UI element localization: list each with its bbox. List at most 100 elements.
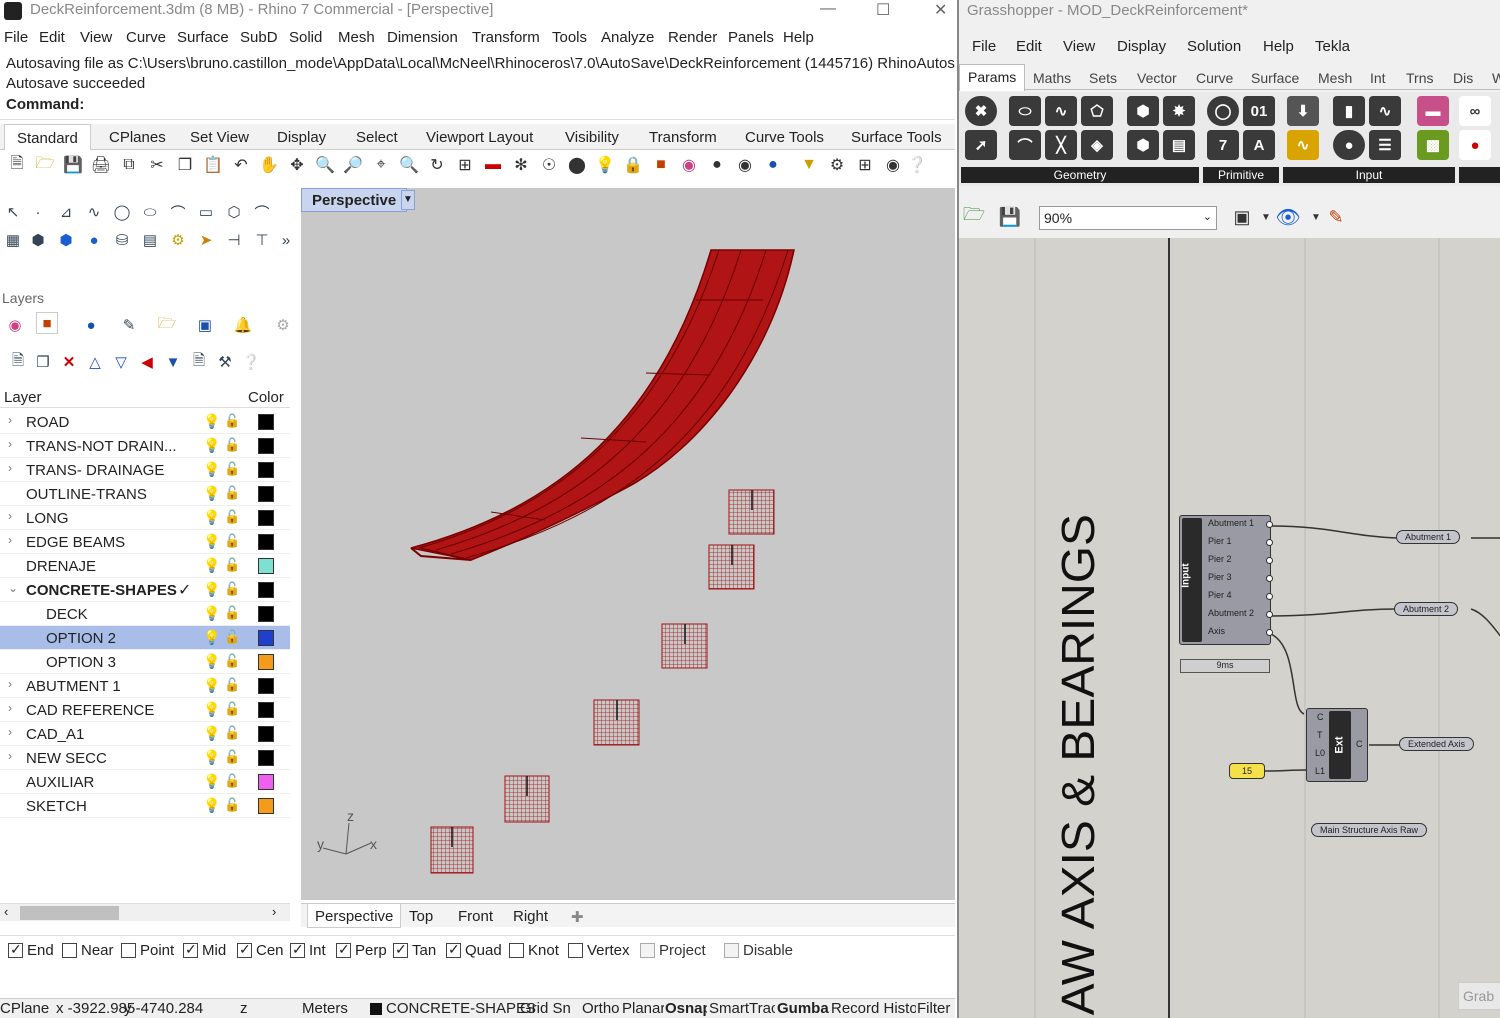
- gh-input-output-port[interactable]: Pier 3: [1208, 572, 1232, 582]
- lock-icon[interactable]: 🔓: [224, 725, 240, 741]
- gh-group-extra[interactable]: [1459, 167, 1500, 183]
- layer-name[interactable]: CAD_A1: [26, 726, 84, 743]
- minimize-icon[interactable]: —: [820, 0, 836, 18]
- command-prompt[interactable]: Command:: [6, 96, 84, 113]
- layers-tab-icon[interactable]: ■: [36, 312, 58, 334]
- undo-icon[interactable]: ↶: [230, 154, 252, 176]
- gh-tab-surface[interactable]: Surface: [1251, 70, 1299, 86]
- gh-zoom-extents-icon[interactable]: ▣: [1231, 206, 1253, 228]
- layer-name[interactable]: ROAD: [26, 414, 69, 431]
- curve-icon[interactable]: ∿: [83, 201, 105, 223]
- add-view-tab-icon[interactable]: ✚: [571, 908, 584, 926]
- gh-tab-vector[interactable]: Vector: [1137, 70, 1177, 86]
- select-arrow-icon[interactable]: ↖: [2, 201, 24, 223]
- status-smarttrack[interactable]: SmartTrack: [709, 1000, 775, 1017]
- move-parent-icon[interactable]: ◀: [136, 351, 158, 373]
- osnap-mid[interactable]: Mid: [183, 941, 226, 959]
- layer-name[interactable]: EDGE BEAMS: [26, 534, 125, 551]
- gh-port-grip[interactable]: [1266, 575, 1273, 582]
- lock-icon[interactable]: 🔓: [224, 797, 240, 813]
- gh-input-output-port[interactable]: Axis: [1208, 626, 1225, 636]
- gh-param-box-icon[interactable]: ⬢: [1127, 130, 1159, 160]
- layer-row[interactable]: OPTION 3 💡 🔓: [0, 650, 290, 674]
- select-points-icon[interactable]: ⬤: [566, 154, 588, 176]
- tab-surface-tools[interactable]: Surface Tools: [851, 129, 942, 146]
- layer-name[interactable]: ABUTMENT 1: [26, 678, 121, 695]
- rotate-view-icon[interactable]: ✥: [286, 154, 308, 176]
- gh-param-surface-icon[interactable]: ⬠: [1081, 96, 1113, 126]
- status-planar[interactable]: Planar: [622, 1000, 664, 1017]
- layer-name[interactable]: NEW SECC: [26, 750, 107, 767]
- gh-menu-tekla[interactable]: Tekla: [1315, 38, 1350, 55]
- light-bulb-icon[interactable]: 💡: [203, 701, 220, 718]
- layer-name[interactable]: CONCRETE-SHAPES: [26, 582, 177, 599]
- view-tab-right[interactable]: Right: [513, 908, 548, 925]
- gh-sketch-icon[interactable]: ✎: [1325, 206, 1347, 228]
- polygon-icon[interactable]: ⬡: [223, 201, 245, 223]
- boolean-icon[interactable]: ●: [83, 229, 105, 251]
- light-bulb-icon[interactable]: 💡: [203, 653, 220, 670]
- menu-subd[interactable]: SubD: [240, 29, 278, 46]
- viewport-menu-chevron-icon[interactable]: ▼: [401, 190, 415, 210]
- osnap-checkbox[interactable]: [62, 943, 77, 958]
- menu-file[interactable]: File: [4, 29, 28, 46]
- cplane-icon[interactable]: ☉: [538, 154, 560, 176]
- chevron-right-icon[interactable]: ›: [8, 437, 12, 451]
- ellipse-icon[interactable]: ⬭: [139, 201, 161, 223]
- gh-menu-edit[interactable]: Edit: [1016, 38, 1042, 55]
- menu-panels[interactable]: Panels: [728, 29, 774, 46]
- tools-icon[interactable]: ⚒: [214, 351, 236, 373]
- gh-input-output-port[interactable]: Abutment 2: [1208, 608, 1254, 618]
- open-file-icon[interactable]: 🗁: [34, 154, 56, 176]
- layer-color-swatch[interactable]: [258, 606, 274, 622]
- tab-select[interactable]: Select: [356, 129, 398, 146]
- status-gumball[interactable]: Gumball: [777, 1000, 829, 1017]
- osnap-checkbox[interactable]: [336, 941, 351, 958]
- layer-row[interactable]: OPTION 2 💡 🔓: [0, 626, 290, 650]
- gh-ext-input-l0[interactable]: L0: [1315, 748, 1325, 758]
- pier-mesh[interactable]: [708, 544, 755, 590]
- lock-icon[interactable]: 🔓: [224, 581, 240, 597]
- rendered-sphere-icon[interactable]: ●: [762, 154, 784, 176]
- help-icon[interactable]: ❔: [240, 351, 262, 373]
- status-record-history[interactable]: Record History: [831, 1000, 916, 1017]
- chevron-right-icon[interactable]: ›: [8, 413, 12, 427]
- status-grid-snap[interactable]: Grid Snap: [520, 1000, 570, 1017]
- lock-icon[interactable]: 🔒: [622, 154, 644, 176]
- materials-tab-icon[interactable]: ✎: [118, 314, 140, 336]
- layer-color-swatch[interactable]: [258, 654, 274, 670]
- help-icon[interactable]: ❔: [906, 154, 928, 176]
- pier-mesh[interactable]: [593, 699, 640, 746]
- gh-save-icon[interactable]: 💾: [999, 206, 1021, 228]
- gh-tab-params[interactable]: Params: [959, 64, 1026, 91]
- gh-group-geometry[interactable]: Geometry: [961, 167, 1199, 183]
- gh-param-abutment-1[interactable]: Abutment 1: [1396, 530, 1461, 544]
- gh-param-abutment-2[interactable]: Abutment 2: [1394, 602, 1459, 616]
- chevron-down-icon[interactable]: ⌄: [8, 581, 18, 595]
- lock-icon[interactable]: 🔓: [224, 485, 240, 501]
- layer-row[interactable]: › NEW SECC 💡 🔓: [0, 746, 290, 770]
- lock-icon[interactable]: 🔓: [224, 557, 240, 573]
- osnap-checkbox[interactable]: [290, 941, 305, 958]
- gh-tab-mesh[interactable]: Mesh: [1318, 70, 1352, 86]
- menu-view[interactable]: View: [80, 29, 112, 46]
- import-icon[interactable]: ⧉: [118, 154, 140, 176]
- menu-dimension[interactable]: Dimension: [387, 29, 458, 46]
- car-icon[interactable]: ▬: [482, 154, 504, 176]
- gh-param-circle-icon[interactable]: ⬭: [1009, 96, 1041, 126]
- osnap-checkbox[interactable]: [393, 941, 408, 958]
- pier-mesh[interactable]: [661, 623, 708, 669]
- gh-number-slider[interactable]: 15: [1229, 763, 1265, 779]
- osnap-point[interactable]: Point: [121, 942, 174, 959]
- gh-tab-w[interactable]: W: [1492, 70, 1500, 86]
- gh-input-output-port[interactable]: Abutment 1: [1208, 518, 1254, 528]
- layer-name[interactable]: OPTION 3: [46, 654, 116, 671]
- light-bulb-icon[interactable]: 💡: [203, 797, 220, 814]
- layer-row[interactable]: ⌄ CONCRETE-SHAPES ✓ 💡 🔓: [0, 578, 290, 602]
- status-layer[interactable]: CONCRETE-SHAPES: [386, 1000, 536, 1017]
- layer-color-swatch[interactable]: [258, 414, 274, 430]
- light-bulb-icon[interactable]: 💡: [203, 749, 220, 766]
- osnap-perp[interactable]: Perp: [336, 941, 387, 959]
- color-column-header[interactable]: Color: [248, 389, 284, 406]
- layer-color-swatch[interactable]: [258, 774, 274, 790]
